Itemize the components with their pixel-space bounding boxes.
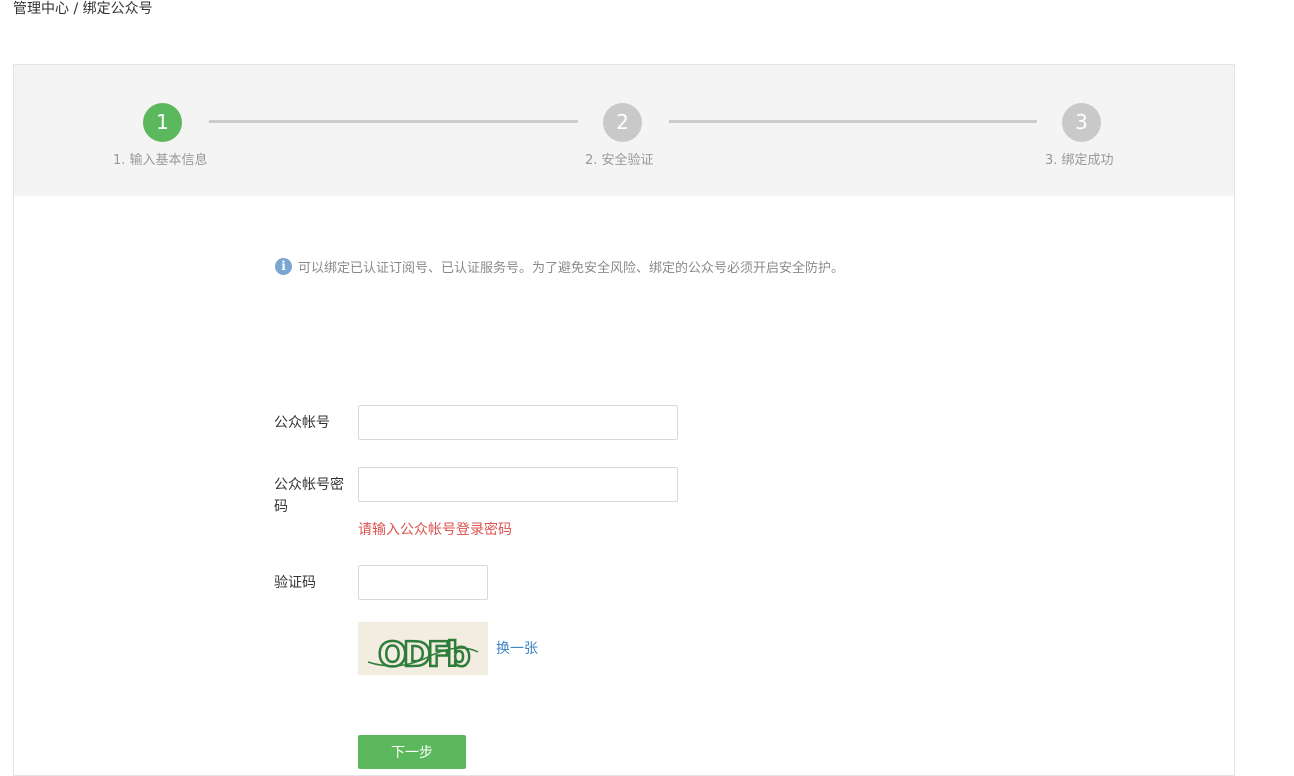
step-1-label: 1. 输入基本信息 [113, 153, 208, 168]
captcha-label: 验证码 [274, 575, 316, 591]
notice-text: 可以绑定已认证订阅号、已认证服务号。为了避免安全风险、绑定的公众号必须开启安全防… [298, 261, 845, 276]
password-label-line2: 码 [274, 499, 288, 515]
captcha-graphic: ODFb [358, 622, 488, 675]
step-progress: 1 2 3 1. 输入基本信息 2. 安全验证 3. 绑定成功 [14, 65, 1234, 196]
account-input[interactable] [358, 405, 678, 440]
bind-account-panel: 1 2 3 1. 输入基本信息 2. 安全验证 3. 绑定成功 i 可以绑定已认… [13, 64, 1235, 776]
step-1-circle: 1 [143, 103, 182, 142]
password-input[interactable] [358, 467, 678, 502]
captcha-text: ODFb [378, 635, 469, 675]
step-2-label: 2. 安全验证 [585, 153, 654, 168]
account-label: 公众帐号 [274, 415, 330, 431]
captcha-input[interactable] [358, 565, 488, 600]
step-3-circle: 3 [1062, 103, 1101, 142]
info-icon: i [275, 258, 292, 275]
step-3-label: 3. 绑定成功 [1045, 153, 1114, 168]
step-connector-1 [209, 120, 578, 123]
captcha-image[interactable]: ODFb [358, 622, 488, 675]
step-2-circle: 2 [603, 103, 642, 142]
notice: i 可以绑定已认证订阅号、已认证服务号。为了避免安全风险、绑定的公众号必须开启安… [275, 257, 844, 276]
next-step-button[interactable]: 下一步 [358, 735, 466, 769]
refresh-captcha-link[interactable]: 换一张 [496, 638, 538, 658]
password-label-line1: 公众帐号密 [274, 477, 344, 493]
password-label: 公众帐号密 码 [274, 474, 344, 518]
password-error: 请输入公众帐号登录密码 [358, 522, 512, 538]
step-connector-2 [669, 120, 1037, 123]
breadcrumb: 管理中心 / 绑定公众号 [13, 1, 153, 17]
